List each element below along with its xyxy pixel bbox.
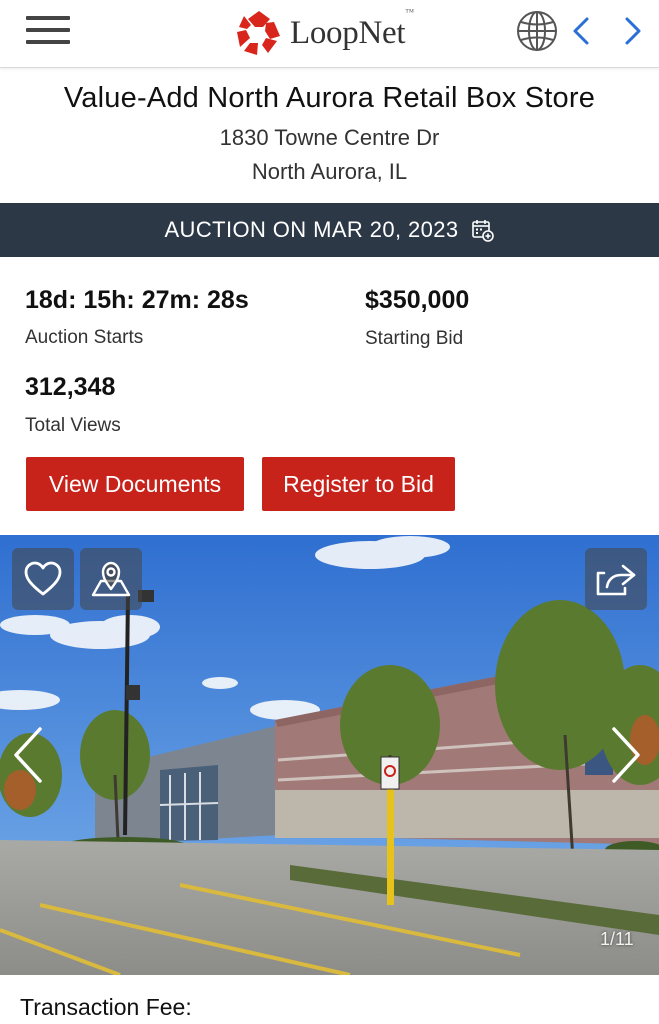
map-button[interactable] [80,548,142,610]
auction-date-bar[interactable]: AUCTION ON MAR 20, 2023 [0,203,659,257]
auction-countdown: 18d: 15h: 27m: 28s [25,286,249,314]
top-bar: LoopNet™ [0,0,659,68]
menu-icon[interactable] [26,16,70,48]
photo-counter: 1/11 [600,929,634,949]
total-views-value: 312,348 [25,373,116,401]
arrow-right-icon[interactable] [608,725,644,785]
auction-date-text: AUCTION ON MAR 20, 2023 [164,217,459,242]
total-views-label: Total Views [25,415,121,436]
register-to-bid-button[interactable]: Register to Bid [262,457,455,511]
arrow-left-icon[interactable] [10,725,46,785]
share-icon [596,564,636,596]
listing-title: Value-Add North Aurora Retail Box Store [63,82,596,114]
heart-icon [24,561,62,596]
starting-bid-value: $350,000 [365,286,470,314]
auction-countdown-label: Auction Starts [25,327,144,348]
loopnet-logo[interactable]: LoopNet™ [236,6,414,56]
transaction-fee-label: Transaction Fee: [20,994,192,1020]
chevron-right-icon[interactable] [622,16,644,46]
property-photo-carousel[interactable]: 1/11 [0,535,659,975]
globe-icon[interactable] [516,10,558,52]
share-button[interactable] [585,548,647,610]
loopnet-logo-icon [237,11,280,55]
address-line-2: North Aurora, IL [251,159,408,184]
chevron-left-icon[interactable] [570,16,592,46]
map-pin-icon [91,561,131,597]
view-documents-button[interactable]: View Documents [26,457,244,511]
starting-bid-label: Starting Bid [365,328,464,349]
address-line-1: 1830 Towne Centre Dr [219,125,440,150]
calendar-add-icon[interactable] [471,218,495,242]
logo-text: LoopNet™ [290,6,414,51]
favorite-button[interactable] [12,548,74,610]
